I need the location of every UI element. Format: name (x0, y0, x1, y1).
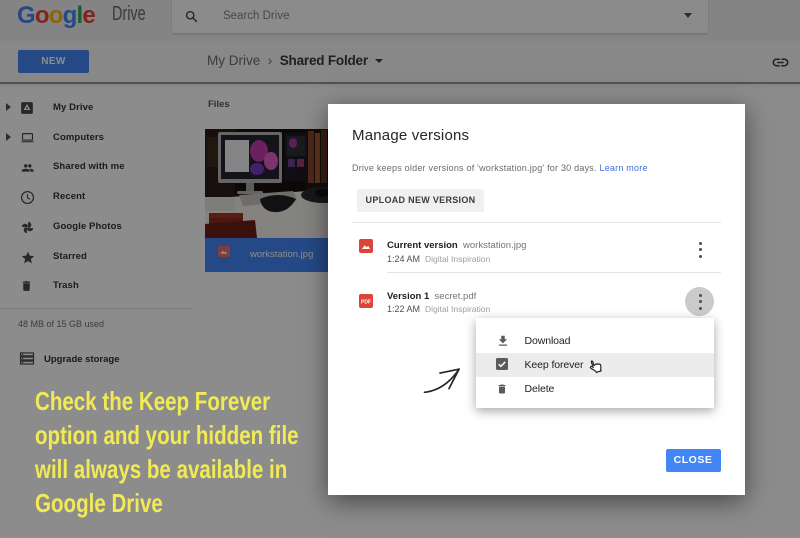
svg-text:PDF: PDF (361, 300, 371, 306)
